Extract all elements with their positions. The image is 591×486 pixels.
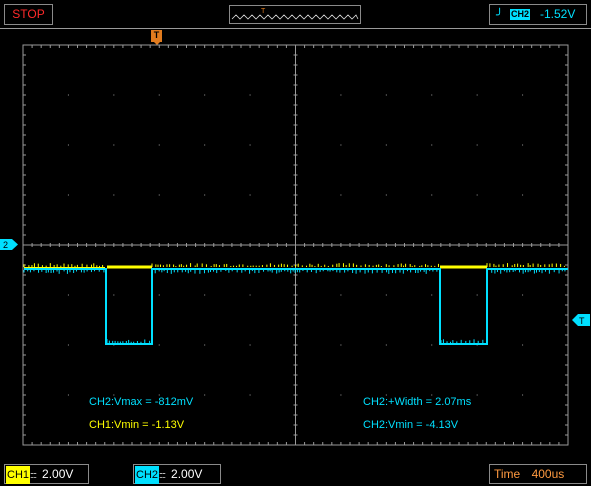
ch1-trace — [24, 265, 487, 269]
time-value: 400us — [531, 467, 565, 481]
graticule — [22, 44, 569, 446]
ch2-offset-marker[interactable]: 2 — [0, 239, 18, 250]
ch2-scale: 2.00V — [171, 467, 203, 481]
ch2-scale-box[interactable]: CH2:::: 2.00V — [133, 464, 221, 484]
ch1-scale-box[interactable]: CH1:::: 2.00V — [4, 464, 89, 484]
measurement-ch2-vmax: CH2:Vmax = -812mV — [89, 396, 194, 408]
timebase-box[interactable]: Time 400us — [489, 464, 587, 484]
measurement-ch2-vmin: CH2:Vmin = -4.13V — [363, 419, 459, 431]
trigger-level-marker[interactable]: T — [572, 314, 590, 326]
ch1-tag: CH1 — [6, 466, 31, 484]
time-label: Time — [494, 467, 521, 481]
dc-coupling-icon: :::: — [159, 470, 166, 480]
trigger-level-label: T — [579, 316, 585, 326]
measurement-ch2-width: CH2:+Width = 2.07ms — [363, 396, 472, 408]
ch2-tag: CH2 — [135, 466, 160, 484]
ch2-offset-label: 2 — [3, 240, 8, 250]
measurement-ch1-vmin: CH1:Vmin = -1.13V — [89, 419, 185, 431]
waveform-display — [22, 44, 569, 446]
ch1-scale: 2.00V — [42, 467, 74, 481]
dc-coupling-icon: :::: — [30, 470, 37, 480]
